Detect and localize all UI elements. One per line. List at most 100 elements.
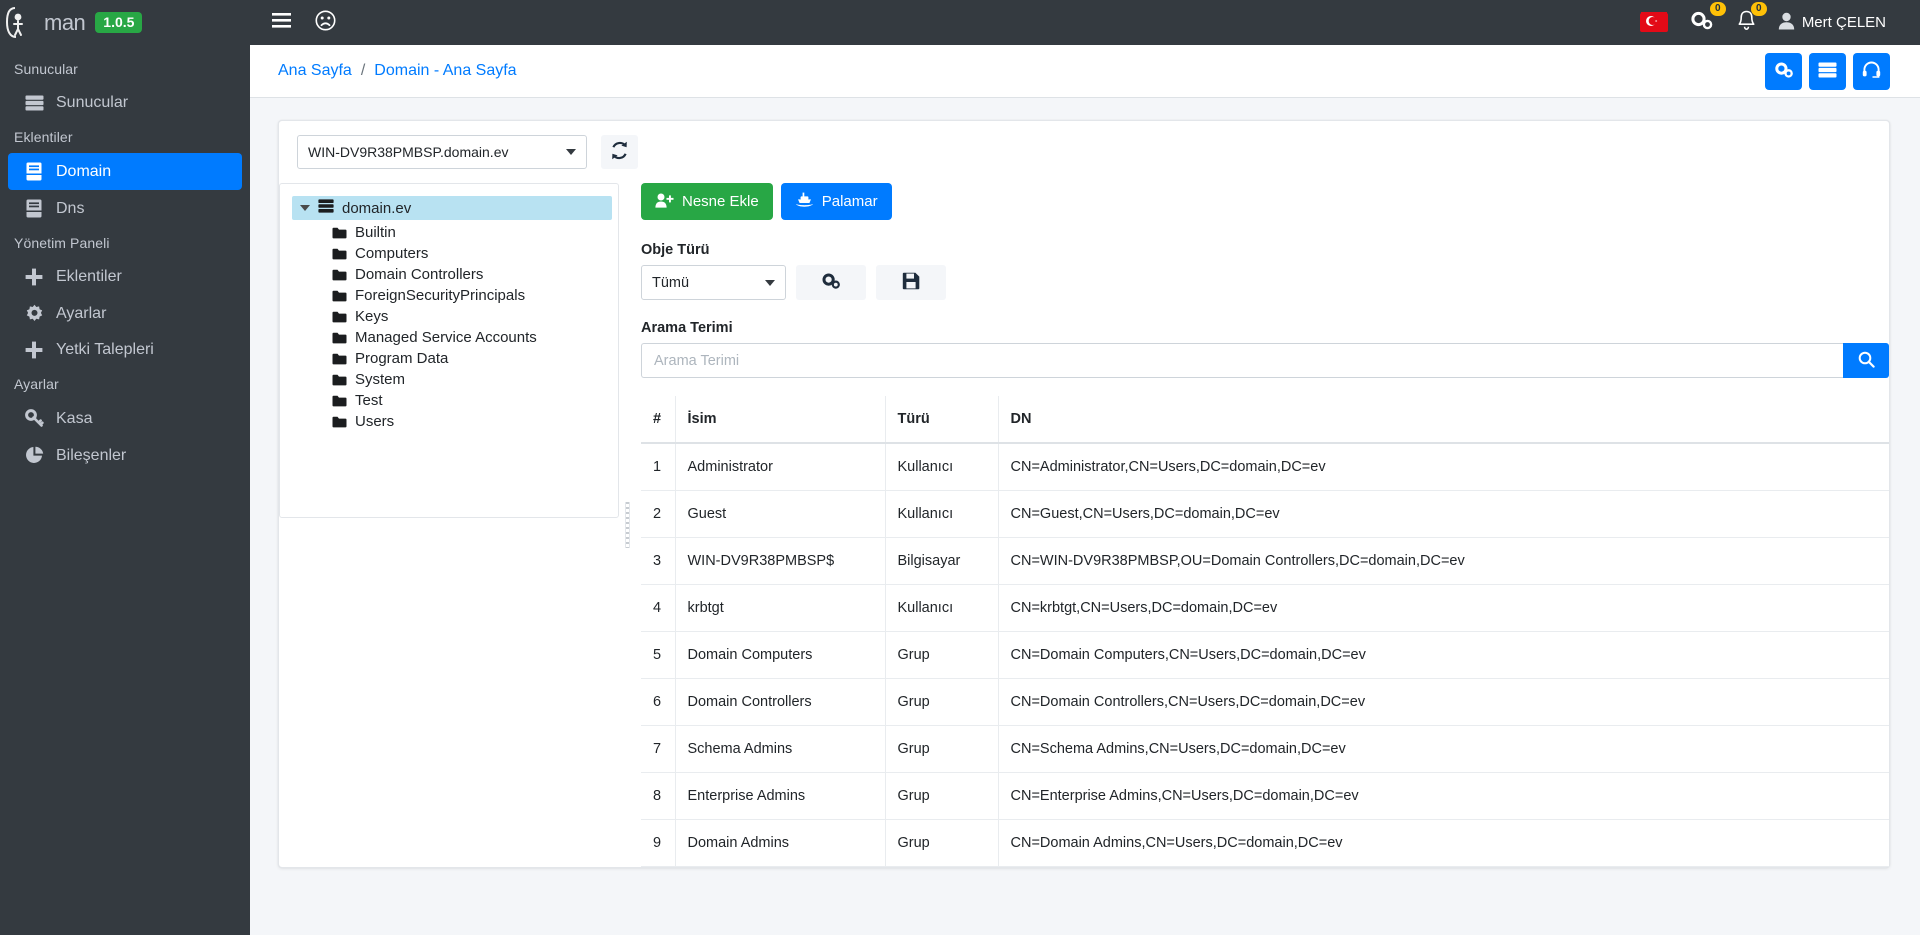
- cell-name: Domain Controllers: [675, 678, 886, 726]
- header-action-buttons: [1765, 52, 1890, 90]
- main-card: WIN-DV9R38PMBSP.domain.ev domain.ev Buil…: [278, 120, 1890, 868]
- settings-notifications-button[interactable]: 0: [1690, 1, 1726, 36]
- object-type-select[interactable]: Tümü: [641, 265, 786, 300]
- sidebar-item-sunucular[interactable]: Sunucular: [8, 85, 242, 121]
- top-navbar: man 1.0.5 0 0 Mert ÇELEN: [0, 0, 1920, 45]
- table-row[interactable]: 5 Domain Computers Grup CN=Domain Comput…: [641, 631, 1889, 679]
- tree-node-computers[interactable]: Computers: [332, 243, 612, 264]
- tree-node-label: System: [355, 371, 406, 388]
- object-action-buttons: Nesne Ekle Palamar: [641, 183, 1889, 220]
- search-button[interactable]: [1843, 343, 1889, 378]
- tree-node-system[interactable]: System: [332, 369, 612, 390]
- cell-name: Guest: [675, 490, 886, 538]
- cell-index: 9: [641, 819, 676, 867]
- cell-name: Domain Admins: [675, 819, 886, 867]
- table-row[interactable]: 8 Enterprise Admins Grup CN=Enterprise A…: [641, 772, 1889, 820]
- tree-node-builtin[interactable]: Builtin: [332, 222, 612, 243]
- sidebar-item-domain[interactable]: Domain: [8, 153, 242, 190]
- user-name-label: Mert ÇELEN: [1801, 14, 1886, 31]
- search-row: [641, 343, 1889, 378]
- gears-button[interactable]: [1765, 52, 1802, 90]
- chevron-down-icon: [765, 279, 775, 286]
- column-header-dn: DN: [998, 396, 1889, 444]
- cell-name: Schema Admins: [675, 725, 886, 773]
- panel-resize-handle[interactable]: [619, 183, 635, 867]
- table-row[interactable]: 3 WIN-DV9R38PMBSP$ Bilgisayar CN=WIN-DV9…: [641, 537, 1889, 585]
- folder-icon: [332, 332, 347, 344]
- tree-node-label: Keys: [355, 308, 389, 325]
- chevron-down-icon: [566, 149, 576, 155]
- version-badge: 1.0.5: [95, 11, 143, 34]
- sidebar-item-ayarlar[interactable]: Ayarlar: [8, 295, 242, 332]
- sidebar-toggle-button[interactable]: [264, 6, 298, 40]
- tree-node-domain-controllers[interactable]: Domain Controllers: [332, 264, 612, 285]
- servers-button[interactable]: [1809, 52, 1846, 90]
- cell-dn: CN=Guest,CN=Users,DC=domain,DC=ev: [998, 490, 1889, 538]
- folder-icon: [332, 227, 347, 239]
- refresh-button[interactable]: [601, 135, 638, 169]
- cell-type: Kullanıcı: [885, 443, 999, 491]
- domain-select[interactable]: WIN-DV9R38PMBSP.domain.ev: [297, 135, 587, 169]
- sidebar-item-yetki-talepleri[interactable]: Yetki Talepleri: [8, 332, 242, 368]
- sidebar-item-bilesenler[interactable]: Bileşenler: [8, 437, 242, 474]
- frowning-face-circle-icon: [315, 10, 336, 36]
- breadcrumb-item-home[interactable]: Ana Sayfa: [278, 62, 352, 80]
- sidebar-item-label: Ayarlar: [56, 304, 107, 322]
- sidebar-item-kasa[interactable]: Kasa: [8, 400, 242, 437]
- sidebar-item-label: Dns: [56, 199, 85, 217]
- cell-type: Kullanıcı: [885, 584, 999, 632]
- language-flag-button[interactable]: [1639, 12, 1668, 33]
- tree-node-label: Computers: [355, 245, 429, 262]
- tree-node-program-data[interactable]: Program Data: [332, 348, 612, 369]
- chevron-down-icon[interactable]: [300, 205, 310, 211]
- search-input[interactable]: [641, 343, 1843, 378]
- status-circle-button[interactable]: [308, 6, 342, 40]
- table-row[interactable]: 1 Administrator Kullanıcı CN=Administrat…: [641, 443, 1889, 491]
- resize-grip-icon: [624, 502, 630, 548]
- object-type-settings-button[interactable]: [796, 265, 866, 300]
- brand-logo-block[interactable]: man 1.0.5: [0, 0, 250, 45]
- breadcrumb-item-current[interactable]: Domain - Ana Sayfa: [374, 62, 516, 80]
- table-row[interactable]: 4 krbtgt Kullanıcı CN=krbtgt,CN=Users,DC…: [641, 584, 1889, 632]
- palamar-button[interactable]: Palamar: [780, 183, 892, 220]
- server-icon: [318, 199, 334, 217]
- content-scroll-region[interactable]: WIN-DV9R38PMBSP.domain.ev domain.ev Buil…: [250, 98, 1920, 935]
- tree-node-label: Domain Controllers: [355, 266, 484, 283]
- user-menu-button[interactable]: Mert ÇELEN: [1778, 12, 1886, 34]
- tree-node-foreignsecurityprincipals[interactable]: ForeignSecurityPrincipals: [332, 285, 612, 306]
- turkish-flag-icon: [1640, 12, 1667, 33]
- table-row[interactable]: 6 Domain Controllers Grup CN=Domain Cont…: [641, 678, 1889, 726]
- object-type-label: Obje Türü: [641, 242, 710, 258]
- server-icon: [24, 95, 44, 111]
- folder-icon: [332, 311, 347, 323]
- save-button[interactable]: [876, 265, 946, 300]
- tree-node-keys[interactable]: Keys: [332, 306, 612, 327]
- table-row[interactable]: 9 Domain Admins Grup CN=Domain Admins,CN…: [641, 819, 1889, 867]
- table-row[interactable]: 2 Guest Kullanıcı CN=Guest,CN=Users,DC=d…: [641, 490, 1889, 538]
- support-button[interactable]: [1853, 52, 1890, 90]
- tree-node-root[interactable]: domain.ev: [292, 196, 612, 220]
- floppy-disk-icon: [902, 272, 920, 293]
- brand-name: man: [44, 9, 86, 35]
- folder-icon: [332, 374, 347, 386]
- folder-icon: [332, 248, 347, 260]
- tree-node-managed-service-accounts[interactable]: Managed Service Accounts: [332, 327, 612, 348]
- notifications-button[interactable]: 0: [1737, 1, 1767, 36]
- cell-dn: CN=Enterprise Admins,CN=Users,DC=domain,…: [998, 772, 1889, 820]
- sidebar-item-eklentiler[interactable]: Eklentiler: [8, 259, 242, 295]
- table-row[interactable]: 7 Schema Admins Grup CN=Schema Admins,CN…: [641, 725, 1889, 773]
- gear-icon: [24, 304, 44, 323]
- table-header-row: # İsim Türü DN: [641, 396, 1889, 444]
- cell-type: Grup: [885, 631, 999, 679]
- tree-children: Builtin Computers Domain Controllers For…: [292, 220, 612, 432]
- cell-dn: CN=krbtgt,CN=Users,DC=domain,DC=ev: [998, 584, 1889, 632]
- tree-node-label: Program Data: [355, 350, 449, 367]
- headset-icon: [1862, 61, 1881, 82]
- add-object-button[interactable]: Nesne Ekle: [641, 183, 773, 220]
- tree-node-users[interactable]: Users: [332, 411, 612, 432]
- tree-node-test[interactable]: Test: [332, 390, 612, 411]
- sidebar-item-dns[interactable]: Dns: [8, 190, 242, 227]
- domain-select-value: WIN-DV9R38PMBSP.domain.ev: [308, 144, 509, 160]
- palamar-label: Palamar: [821, 193, 878, 210]
- sidebar-group-header-ayarlar: Ayarlar: [14, 376, 59, 392]
